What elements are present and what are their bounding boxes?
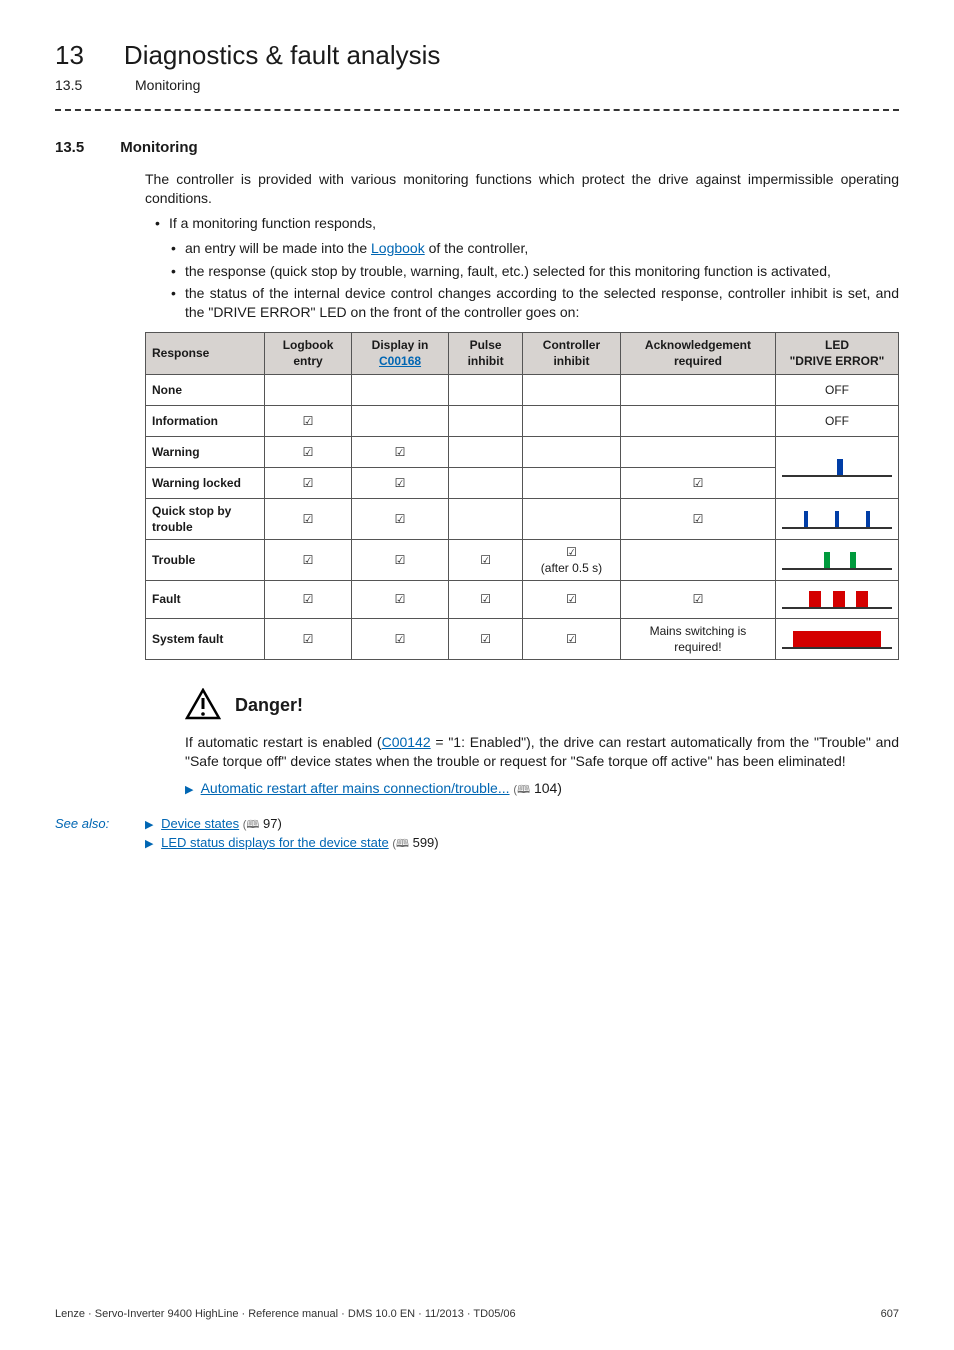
subsection-number-top: 13.5 xyxy=(55,77,95,93)
led-status-link[interactable]: LED status displays for the device state xyxy=(161,835,389,850)
response-table: Response Logbook entry Display in C00168… xyxy=(145,332,899,660)
arrow-icon: ▶ xyxy=(185,784,193,796)
danger-paragraph: If automatic restart is enabled (C00142 … xyxy=(185,733,899,771)
book-icon: (🕮 xyxy=(513,784,530,796)
sub-bullet-response: the response (quick stop by trouble, war… xyxy=(175,262,899,281)
sub-bullet-status: the status of the internal device contro… xyxy=(175,284,899,322)
led-cell: OFF xyxy=(775,405,898,436)
th-controller: Controller inhibit xyxy=(523,333,621,374)
danger-crossref: ▶ Automatic restart after mains connecti… xyxy=(185,779,899,798)
section-title: Monitoring xyxy=(120,139,197,156)
chapter-title: Diagnostics & fault analysis xyxy=(124,40,440,71)
table-row: Fault ☑ ☑ ☑ ☑ ☑ xyxy=(146,581,899,618)
sub-bullet-logbook: an entry will be made into the Logbook o… xyxy=(175,239,899,258)
led-triple-blink-icon xyxy=(775,498,898,539)
table-row: Trouble ☑ ☑ ☑ ☑ (after 0.5 s) xyxy=(146,539,899,580)
bullet-level1: If a monitoring function responds, xyxy=(159,214,899,233)
danger-title: Danger! xyxy=(235,695,303,716)
th-pulse: Pulse inhibit xyxy=(449,333,523,374)
footer-page-number: 607 xyxy=(881,1308,899,1320)
arrow-icon: ▶ xyxy=(145,819,153,831)
th-logbook: Logbook entry xyxy=(265,333,352,374)
table-row: Information ☑ OFF xyxy=(146,405,899,436)
auto-restart-link[interactable]: Automatic restart after mains connection… xyxy=(201,780,510,796)
see-also-item: ▶ LED status displays for the device sta… xyxy=(145,835,439,854)
led-double-icon xyxy=(775,539,898,580)
section-number: 13.5 xyxy=(55,139,84,156)
book-icon: (🕮 xyxy=(392,838,409,850)
chapter-number: 13 xyxy=(55,40,84,71)
led-single-blink-icon xyxy=(775,436,898,498)
footer-left: Lenze · Servo-Inverter 9400 HighLine · R… xyxy=(55,1308,516,1320)
led-cell: OFF xyxy=(775,374,898,405)
book-icon: (🕮 xyxy=(243,819,260,831)
separator-dashed xyxy=(55,109,899,111)
table-row: Quick stop by trouble ☑ ☑ ☑ xyxy=(146,498,899,539)
see-also-label: See also: xyxy=(55,816,125,854)
table-row: Warning ☑ ☑ xyxy=(146,436,899,467)
logbook-link[interactable]: Logbook xyxy=(371,240,425,256)
device-states-link[interactable]: Device states xyxy=(161,816,239,831)
th-ack: Acknowledgement required xyxy=(620,333,775,374)
th-display: Display in C00168 xyxy=(351,333,448,374)
led-triple-red-icon xyxy=(775,581,898,618)
c00142-link[interactable]: C00142 xyxy=(382,734,431,750)
th-led: LED "DRIVE ERROR" xyxy=(775,333,898,374)
table-row: None OFF xyxy=(146,374,899,405)
warning-triangle-icon xyxy=(185,688,221,723)
c00168-link[interactable]: C00168 xyxy=(379,354,421,368)
led-solid-red-icon xyxy=(775,618,898,659)
intro-paragraph: The controller is provided with various … xyxy=(145,170,899,208)
arrow-icon: ▶ xyxy=(145,838,153,850)
subsection-title-top: Monitoring xyxy=(135,77,200,93)
see-also-item: ▶ Device states (🕮 97) xyxy=(145,816,439,835)
table-row: System fault ☑ ☑ ☑ ☑ Mains switching is … xyxy=(146,618,899,659)
th-response: Response xyxy=(146,333,265,374)
